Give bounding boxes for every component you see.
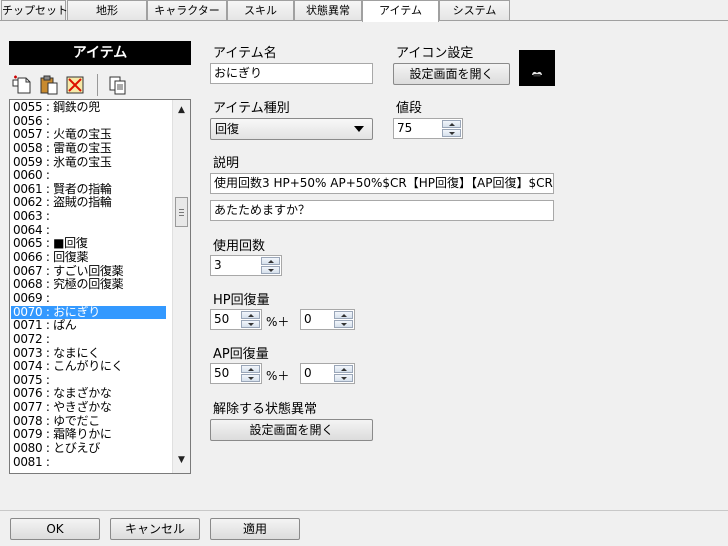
list-item[interactable]: 0057 : 火竜の宝玉 [11,128,166,142]
tab-status-ailment[interactable]: 状態異常 [294,0,362,21]
item-icon-preview [519,50,555,86]
spin-down-icon[interactable] [442,129,461,137]
tab-skill[interactable]: スキル [227,0,294,21]
ap-recovery-label: AP回復量 [213,347,269,362]
ap-percent-stepper[interactable]: 50 [210,363,262,384]
hp-percent-plus: %＋ [266,315,290,329]
description-label: 説明 [213,156,240,171]
list-item[interactable]: 0072 : [11,333,166,347]
new-file-icon[interactable] [12,74,34,96]
list-item[interactable]: 0069 : [11,292,166,306]
tab-chipset[interactable]: チップセット [1,0,68,21]
list-item[interactable]: 0073 : なまにく [11,347,166,361]
scroll-up-icon[interactable]: ▲ [173,102,190,119]
tab-strip: チップセット 地形 キャラクター スキル 状態異常 アイテム システム [0,0,728,22]
spin-down-icon[interactable] [334,374,353,382]
cure-status-label: 解除する状態異常 [213,402,318,417]
onigiri-icon [532,71,542,77]
ok-button[interactable]: OK [10,518,100,540]
tab-item[interactable]: アイテム [362,0,439,22]
list-item[interactable]: 0056 : [11,115,166,129]
price-stepper[interactable]: 75 [393,118,463,139]
hp-flat-stepper[interactable]: 0 [300,309,355,330]
hp-percent-stepper[interactable]: 50 [210,309,262,330]
list-scrollbar[interactable]: ▲ ▼ [172,100,190,473]
spin-up-icon[interactable] [261,257,280,265]
list-item[interactable]: 0061 : 賢者の指輪 [11,183,166,197]
list-item[interactable]: 0077 : やきざかな [11,401,166,415]
item-type-label: アイテム種別 [213,101,290,116]
spin-down-icon[interactable] [261,266,280,274]
item-type-select[interactable]: 回復 [210,118,373,140]
list-item[interactable]: 0076 : なまざかな [11,387,166,401]
list-item[interactable]: 0081 : [11,456,166,470]
spin-down-icon[interactable] [241,374,260,382]
uses-stepper[interactable]: 3 [210,255,282,276]
item-listbox[interactable]: 0055 : 鋼鉄の兜 0056 :0057 : 火竜の宝玉 0058 : 雷竜の宝… [9,99,191,474]
list-item[interactable]: 0067 : すごい回復薬 [11,265,166,279]
spin-up-icon[interactable] [241,311,260,319]
chevron-down-icon [354,126,364,132]
spin-up-icon[interactable] [334,311,353,319]
item-name-label: アイテム名 [213,46,277,61]
list-item[interactable]: 0065 : ■回復 [11,237,166,251]
list-item[interactable]: 0060 : [11,169,166,183]
list-item[interactable]: 0059 : 氷竜の宝玉 [11,156,166,170]
hp-recovery-label: HP回復量 [213,293,270,308]
tab-terrain[interactable]: 地形 [67,0,147,21]
tab-system[interactable]: システム [439,0,510,21]
footer-separator [0,510,728,511]
icon-settings-button[interactable]: 設定画面を開く [393,63,510,85]
price-value: 75 [397,121,413,135]
tab-character[interactable]: キャラクター [147,0,227,21]
list-item[interactable]: 0075 : [11,374,166,388]
cancel-button[interactable]: キャンセル [110,518,200,540]
icon-settings-label: アイコン設定 [396,46,474,61]
description-input-2[interactable]: あたためますか？ [210,200,554,221]
cure-status-button[interactable]: 設定画面を開く [210,419,373,441]
uses-value: 3 [214,258,222,272]
hp-flat-value: 0 [304,312,312,326]
item-name-input[interactable]: おにぎり [210,63,373,84]
ap-percent-value: 50 [214,366,230,380]
list-item[interactable]: 0055 : 鋼鉄の兜 [11,101,166,115]
list-item[interactable]: 0080 : とびえび [11,442,166,456]
list-item[interactable]: 0064 : [11,224,166,238]
spin-up-icon[interactable] [241,365,260,373]
spin-up-icon[interactable] [442,120,461,128]
uses-label: 使用回数 [213,239,266,254]
item-list: 0055 : 鋼鉄の兜 0056 :0057 : 火竜の宝玉 0058 : 雷竜の宝… [11,101,166,469]
copy-icon[interactable] [107,74,129,96]
paste-icon[interactable] [38,74,60,96]
price-label: 値段 [396,101,423,116]
list-item[interactable]: 0066 : 回復薬 [11,251,166,265]
spin-up-icon[interactable] [334,365,353,373]
item-type-value: 回復 [215,122,240,136]
ap-flat-stepper[interactable]: 0 [300,363,355,384]
ap-flat-value: 0 [304,366,312,380]
list-item[interactable]: 0078 : ゆでだこ [11,415,166,429]
list-item[interactable]: 0062 : 盗賊の指輪 [11,196,166,210]
list-item[interactable]: 0071 : ぱん [11,319,166,333]
list-title: アイテム [9,41,191,65]
spin-down-icon[interactable] [241,320,260,328]
scroll-down-icon[interactable]: ▼ [173,452,190,469]
list-item[interactable]: 0063 : [11,210,166,224]
spin-down-icon[interactable] [334,320,353,328]
scroll-thumb[interactable] [175,197,188,227]
apply-button[interactable]: 適用 [210,518,300,540]
ap-percent-plus: %＋ [266,369,290,383]
hp-percent-value: 50 [214,312,230,326]
list-item[interactable]: 0070 : おにぎり [11,305,166,320]
list-item[interactable]: 0079 : 霜降りかに [11,428,166,442]
list-item[interactable]: 0058 : 雷竜の宝玉 [11,142,166,156]
toolbar-separator [97,74,98,96]
description-input-1[interactable]: 使用回数3 HP+50% AP+50%$CR【HP回復】【AP回復】$CR [210,173,554,194]
list-item[interactable]: 0068 : 究極の回復薬 [11,278,166,292]
delete-icon[interactable] [64,74,86,96]
list-item[interactable]: 0074 : こんがりにく [11,360,166,374]
